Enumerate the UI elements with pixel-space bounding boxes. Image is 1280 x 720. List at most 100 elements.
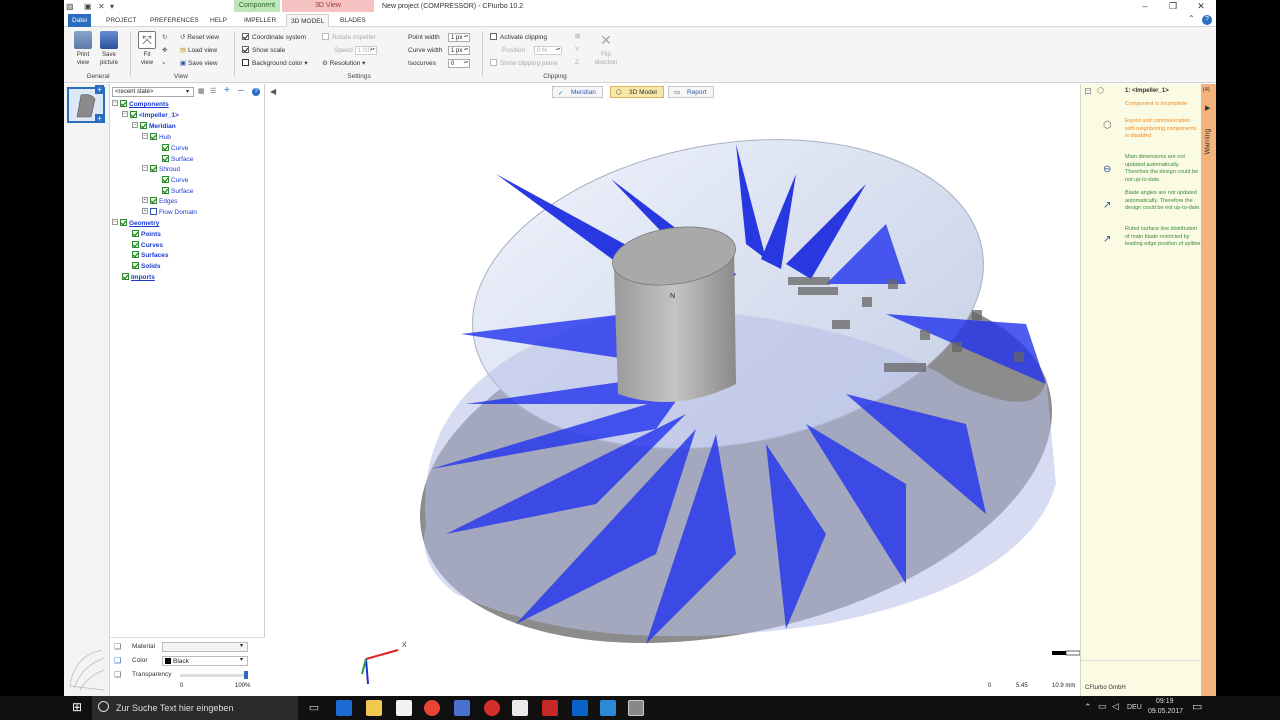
material-select[interactable] [162,642,248,652]
save-view-button[interactable]: ▣ Save view [180,58,218,69]
tree-node-edges[interactable]: + Edges [142,196,177,207]
save-app-icon[interactable] [454,700,470,716]
color-select[interactable]: Black [162,656,248,666]
taskbar-search[interactable]: Zur Suche Text hier eingeben [92,696,298,720]
tree-node-meridian[interactable]: – Meridian [132,121,176,132]
chevron-right-icon[interactable]: ▶ [1205,104,1210,112]
checkbox-checked[interactable] [150,196,157,204]
notification-icon[interactable]: ▭ [1192,700,1202,713]
speed-input[interactable]: 1 /10 [354,45,377,55]
collapse-icon[interactable]: – [112,100,118,107]
tree-node-shroud-curve[interactable]: Curve [162,175,188,186]
zoom-icon[interactable]: ⌕ [162,58,166,69]
tree-node-imports[interactable]: Imports [122,272,155,283]
checkbox-checked[interactable] [132,261,139,269]
collapse-ribbon-icon[interactable]: ⌃ [1188,14,1195,23]
tab-datei[interactable]: Datei [68,14,92,27]
checkbox-unchecked[interactable] [150,207,157,215]
clip-y-icon[interactable]: Y [575,44,579,55]
tree-node-shroud[interactable]: – Shroud [142,164,180,175]
checkbox-checked[interactable] [120,99,127,107]
collapse-icon[interactable]: – [1085,88,1091,94]
task-view-icon[interactable]: ▭ [306,700,322,716]
collapse-icon[interactable]: – [142,165,148,172]
state-select[interactable]: <recent state> [112,87,194,97]
slider-thumb[interactable] [244,671,248,679]
clip-x-icon[interactable]: ⊠ [575,31,580,42]
3d-viewport[interactable]: ◀ ✓ Meridian ⬡ 3D Model ▭ Report N X 0 5… [266,84,1080,696]
tree-node-solids[interactable]: Solids [132,261,161,272]
quick-access-dropdown-icon[interactable]: ▾ [110,2,114,11]
chevron-down-icon[interactable]: ▾ [186,88,189,95]
tree-node-flow-domain[interactable]: + Flow Domain [142,207,197,218]
checkbox-checked[interactable] [132,250,139,258]
chevron-down-icon[interactable]: ▾ [240,642,243,649]
edge-icon[interactable] [336,700,352,716]
clock-time[interactable]: 09:19 [1156,698,1174,705]
rotate-impeller-checkbox[interactable]: Rotate impeller [322,32,376,43]
help-icon[interactable]: ? [1202,15,1212,25]
load-view-button[interactable]: ▤ Load view [180,45,217,56]
checkbox-checked[interactable] [162,186,169,194]
expand-icon[interactable]: + [142,197,148,204]
clip-z-icon[interactable]: Z [575,57,579,68]
tab-3d-model[interactable]: 3D MODEL [286,14,330,27]
checkbox-checked[interactable] [150,164,157,172]
chrome-icon[interactable] [424,700,440,716]
tree-node-geometry[interactable]: – Geometry [112,218,159,229]
tree-node-hub[interactable]: – Hub [142,132,171,143]
show-clipping-plane-checkbox[interactable]: Show clipping plane [490,58,558,69]
coordinate-system-checkbox[interactable]: Coordinate system [242,32,306,43]
outlook-icon[interactable] [572,700,588,716]
checkbox-checked[interactable] [120,218,127,226]
checkbox-checked[interactable] [162,175,169,183]
collapse-icon[interactable]: – [132,122,138,129]
tab-help[interactable]: HELP [206,14,231,27]
tree-node-surfaces[interactable]: Surfaces [132,250,168,261]
acrobat-icon[interactable] [542,700,558,716]
show-scale-checkbox[interactable]: Show scale [242,45,285,56]
add-component-icon[interactable]: + [95,85,104,94]
tab-project[interactable]: PROJECT [102,14,140,27]
checkbox-checked[interactable] [162,143,169,151]
network-icon[interactable]: ▭ [1098,701,1107,712]
mail-icon[interactable] [512,700,528,716]
snowflake-app-icon[interactable] [600,700,616,716]
save-picture-button[interactable]: Save picture [96,31,122,67]
store-icon[interactable] [396,700,412,716]
tree-node-points[interactable]: Points [132,229,161,240]
remove-icon[interactable]: – [238,85,244,96]
tree-node-hub-curve[interactable]: Curve [162,143,188,154]
reset-view-button[interactable]: ↺ Reset view [180,32,219,43]
point-width-input[interactable]: 1 px [448,33,470,42]
grid-icon[interactable]: ▦ [198,87,205,95]
explorer-icon[interactable] [366,700,382,716]
rotate-icon[interactable]: ↻ [162,32,167,43]
flip-direction-button[interactable]: ✕ Flip direction [590,31,622,67]
checkbox-checked[interactable] [132,240,139,248]
tree-node-hub-surface[interactable]: Surface [162,154,193,165]
chevron-down-icon[interactable]: ▾ [240,656,243,663]
fit-view-button[interactable]: ⤧ Fit view [136,31,158,67]
curve-width-input[interactable]: 1 px [448,46,470,55]
tab-preferences[interactable]: PREFERENCES [146,14,203,27]
warning-side-tab[interactable]: (4) ▶ Warning [1201,84,1216,696]
maximize-button[interactable]: ❐ [1166,1,1180,13]
isocurves-input[interactable]: 0 [448,59,470,68]
tree-node-components[interactable]: – Components [112,99,169,110]
print-view-button[interactable]: Print view [72,31,94,67]
volume-icon[interactable]: ◁ [1112,701,1119,712]
close-project-icon[interactable]: ✕ [98,2,105,11]
expand-icon[interactable]: + [142,208,148,215]
tree-node-shroud-surface[interactable]: Surface [162,186,193,197]
help-icon[interactable]: ? [252,88,260,96]
checkbox-checked[interactable] [140,121,147,129]
activate-clipping-checkbox[interactable]: Activate clipping [490,32,547,43]
checkbox-checked[interactable] [162,154,169,162]
windows-start-icon[interactable]: ⊞ [72,700,82,714]
app-red-icon[interactable] [484,700,500,716]
checkbox-checked[interactable] [150,132,157,140]
checkbox-checked[interactable] [130,110,137,118]
add-component-icon[interactable]: + [95,114,104,123]
add-icon[interactable]: + [224,85,230,96]
